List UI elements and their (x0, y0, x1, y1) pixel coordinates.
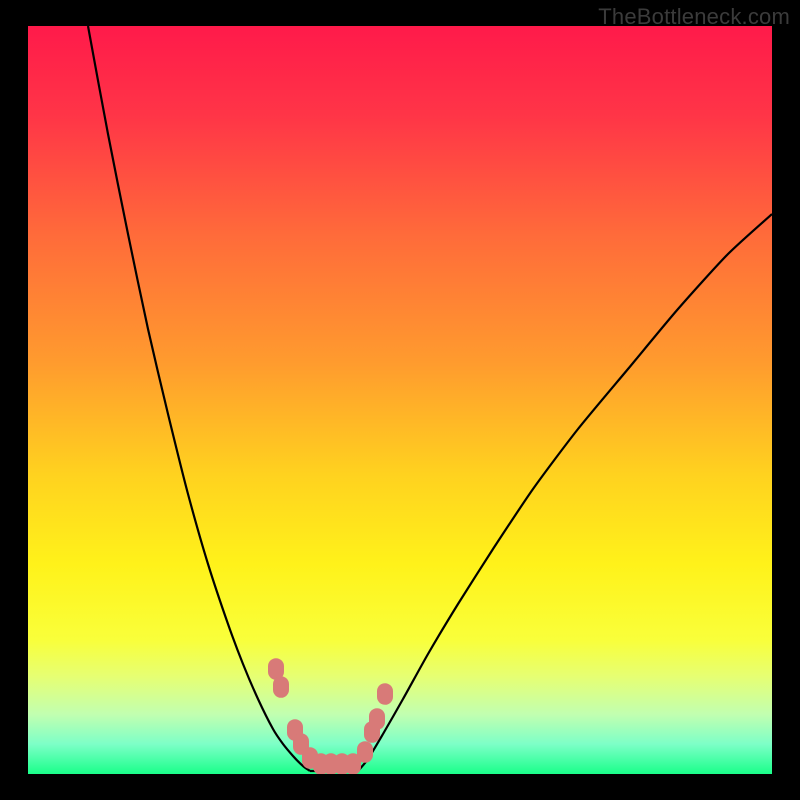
data-marker (369, 708, 385, 730)
data-markers (28, 26, 772, 774)
watermark-text: TheBottleneck.com (598, 4, 790, 30)
plot-area (28, 26, 772, 774)
data-marker (357, 741, 373, 763)
data-marker (377, 683, 393, 705)
data-marker (273, 676, 289, 698)
